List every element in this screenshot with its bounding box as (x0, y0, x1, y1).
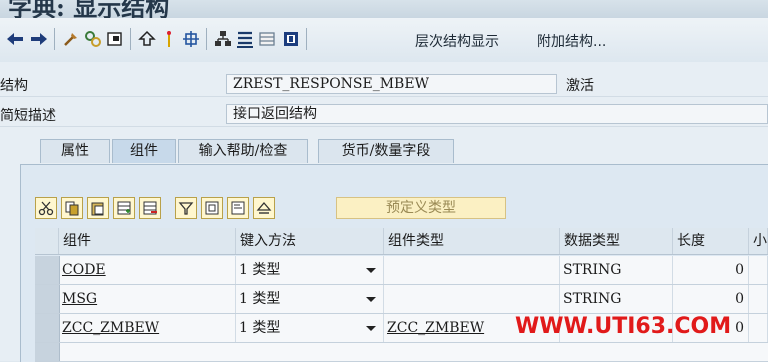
component-type-cell[interactable] (384, 256, 560, 284)
list-icon[interactable] (234, 28, 256, 50)
delete-row-icon[interactable] (139, 197, 161, 219)
chevron-down-icon[interactable] (366, 268, 376, 273)
row-selector[interactable] (35, 343, 60, 361)
cut-icon[interactable] (35, 197, 57, 219)
window-title: 字典: 显示结构 (8, 0, 170, 18)
toolbar-separator (54, 28, 55, 50)
select-all-cell[interactable] (35, 228, 59, 254)
toolbar-separator (130, 28, 131, 50)
column-header-typing-method[interactable]: 键入方法 (236, 228, 384, 254)
chevron-down-icon[interactable] (366, 326, 376, 331)
components-table: 组件 键入方法 组件类型 数据类型 长度 小 CODE 1 类型 STRING … (35, 228, 768, 362)
sort-icon[interactable] (253, 197, 275, 219)
append-structure-button[interactable]: 附加结构... (537, 31, 606, 51)
application-toolbar: 层次结构显示 附加结构... (0, 18, 768, 63)
decimals-cell[interactable] (749, 285, 768, 313)
layout-icon[interactable] (256, 28, 278, 50)
decimals-cell[interactable] (749, 314, 768, 342)
paste-icon[interactable] (87, 197, 109, 219)
display-change-icon[interactable] (82, 28, 104, 50)
column-header-decimals[interactable]: 小 (749, 228, 768, 254)
table-row[interactable]: MSG 1 类型 STRING 0 (35, 285, 768, 314)
component-name-cell[interactable]: MSG (59, 285, 236, 313)
component-name-cell[interactable]: CODE (59, 256, 236, 284)
table-header: 组件 键入方法 组件类型 数据类型 长度 小 (35, 228, 768, 255)
hierarchy-icon[interactable] (212, 28, 234, 50)
typing-method-cell[interactable]: 1 类型 (236, 285, 384, 313)
column-header-length[interactable]: 长度 (673, 228, 749, 254)
forward-arrow-icon[interactable] (28, 28, 50, 50)
tab-input-help-check[interactable]: 输入帮助/检查 (178, 139, 308, 163)
predefined-type-button[interactable]: 预定义类型 (336, 197, 506, 219)
column-header-component[interactable]: 组件 (59, 228, 236, 254)
row-selector[interactable] (35, 314, 60, 342)
typing-method-cell[interactable]: 1 类型 (236, 314, 384, 342)
other-object-icon[interactable] (60, 28, 82, 50)
activate-icon[interactable] (104, 28, 126, 50)
data-type-cell[interactable]: STRING (560, 285, 673, 313)
info-icon[interactable] (280, 28, 302, 50)
tab-attributes[interactable]: 属性 (40, 139, 110, 163)
filter-icon[interactable] (175, 197, 197, 219)
toolbar-separator (306, 28, 307, 50)
length-cell[interactable]: 0 (673, 256, 749, 284)
status-label: 激活 (566, 78, 594, 94)
column-header-data-type[interactable]: 数据类型 (560, 228, 673, 254)
toolbar-separator (206, 28, 207, 50)
chevron-down-icon[interactable] (366, 297, 376, 302)
component-name-cell[interactable]: ZCC_ZMBEW (59, 314, 236, 342)
watermark: WWW.UTI63.COM (515, 314, 732, 339)
structure-label: 结构 (0, 78, 28, 94)
select-icon[interactable] (201, 197, 223, 219)
table-row[interactable]: CODE 1 类型 STRING 0 (35, 256, 768, 285)
component-type-cell[interactable] (384, 285, 560, 313)
details-icon[interactable] (227, 197, 249, 219)
data-type-cell[interactable]: STRING (560, 256, 673, 284)
tab-strip: 属性 组件 输入帮助/检查 货币/数量字段 (0, 136, 768, 164)
structure-row: 结构 ZREST_RESPONSE_MBEW 激活 (0, 72, 768, 97)
hierarchy-display-button[interactable]: 层次结构显示 (415, 31, 499, 51)
length-cell[interactable]: 0 (673, 285, 749, 313)
short-description-label: 简短描述 (0, 108, 56, 124)
check-icon[interactable] (136, 28, 158, 50)
tab-components[interactable]: 组件 (112, 139, 176, 163)
copy-icon[interactable] (61, 197, 83, 219)
decimals-cell[interactable] (749, 256, 768, 284)
table-row[interactable] (35, 343, 768, 362)
navigate-icon[interactable] (180, 28, 202, 50)
row-selector[interactable] (35, 285, 60, 313)
short-description-row: 简短描述 接口返回结构 (0, 102, 768, 127)
column-header-component-type[interactable]: 组件类型 (384, 228, 560, 254)
typing-method-cell[interactable]: 1 类型 (236, 256, 384, 284)
short-description-field[interactable]: 接口返回结构 (226, 104, 768, 124)
where-used-icon[interactable] (158, 28, 180, 50)
structure-field[interactable]: ZREST_RESPONSE_MBEW (226, 74, 557, 94)
back-arrow-icon[interactable] (4, 28, 26, 50)
insert-row-icon[interactable] (113, 197, 135, 219)
title-bar: 字典: 显示结构 (0, 0, 768, 18)
tab-currency-quantity[interactable]: 货币/数量字段 (318, 139, 454, 163)
row-selector[interactable] (35, 256, 60, 284)
